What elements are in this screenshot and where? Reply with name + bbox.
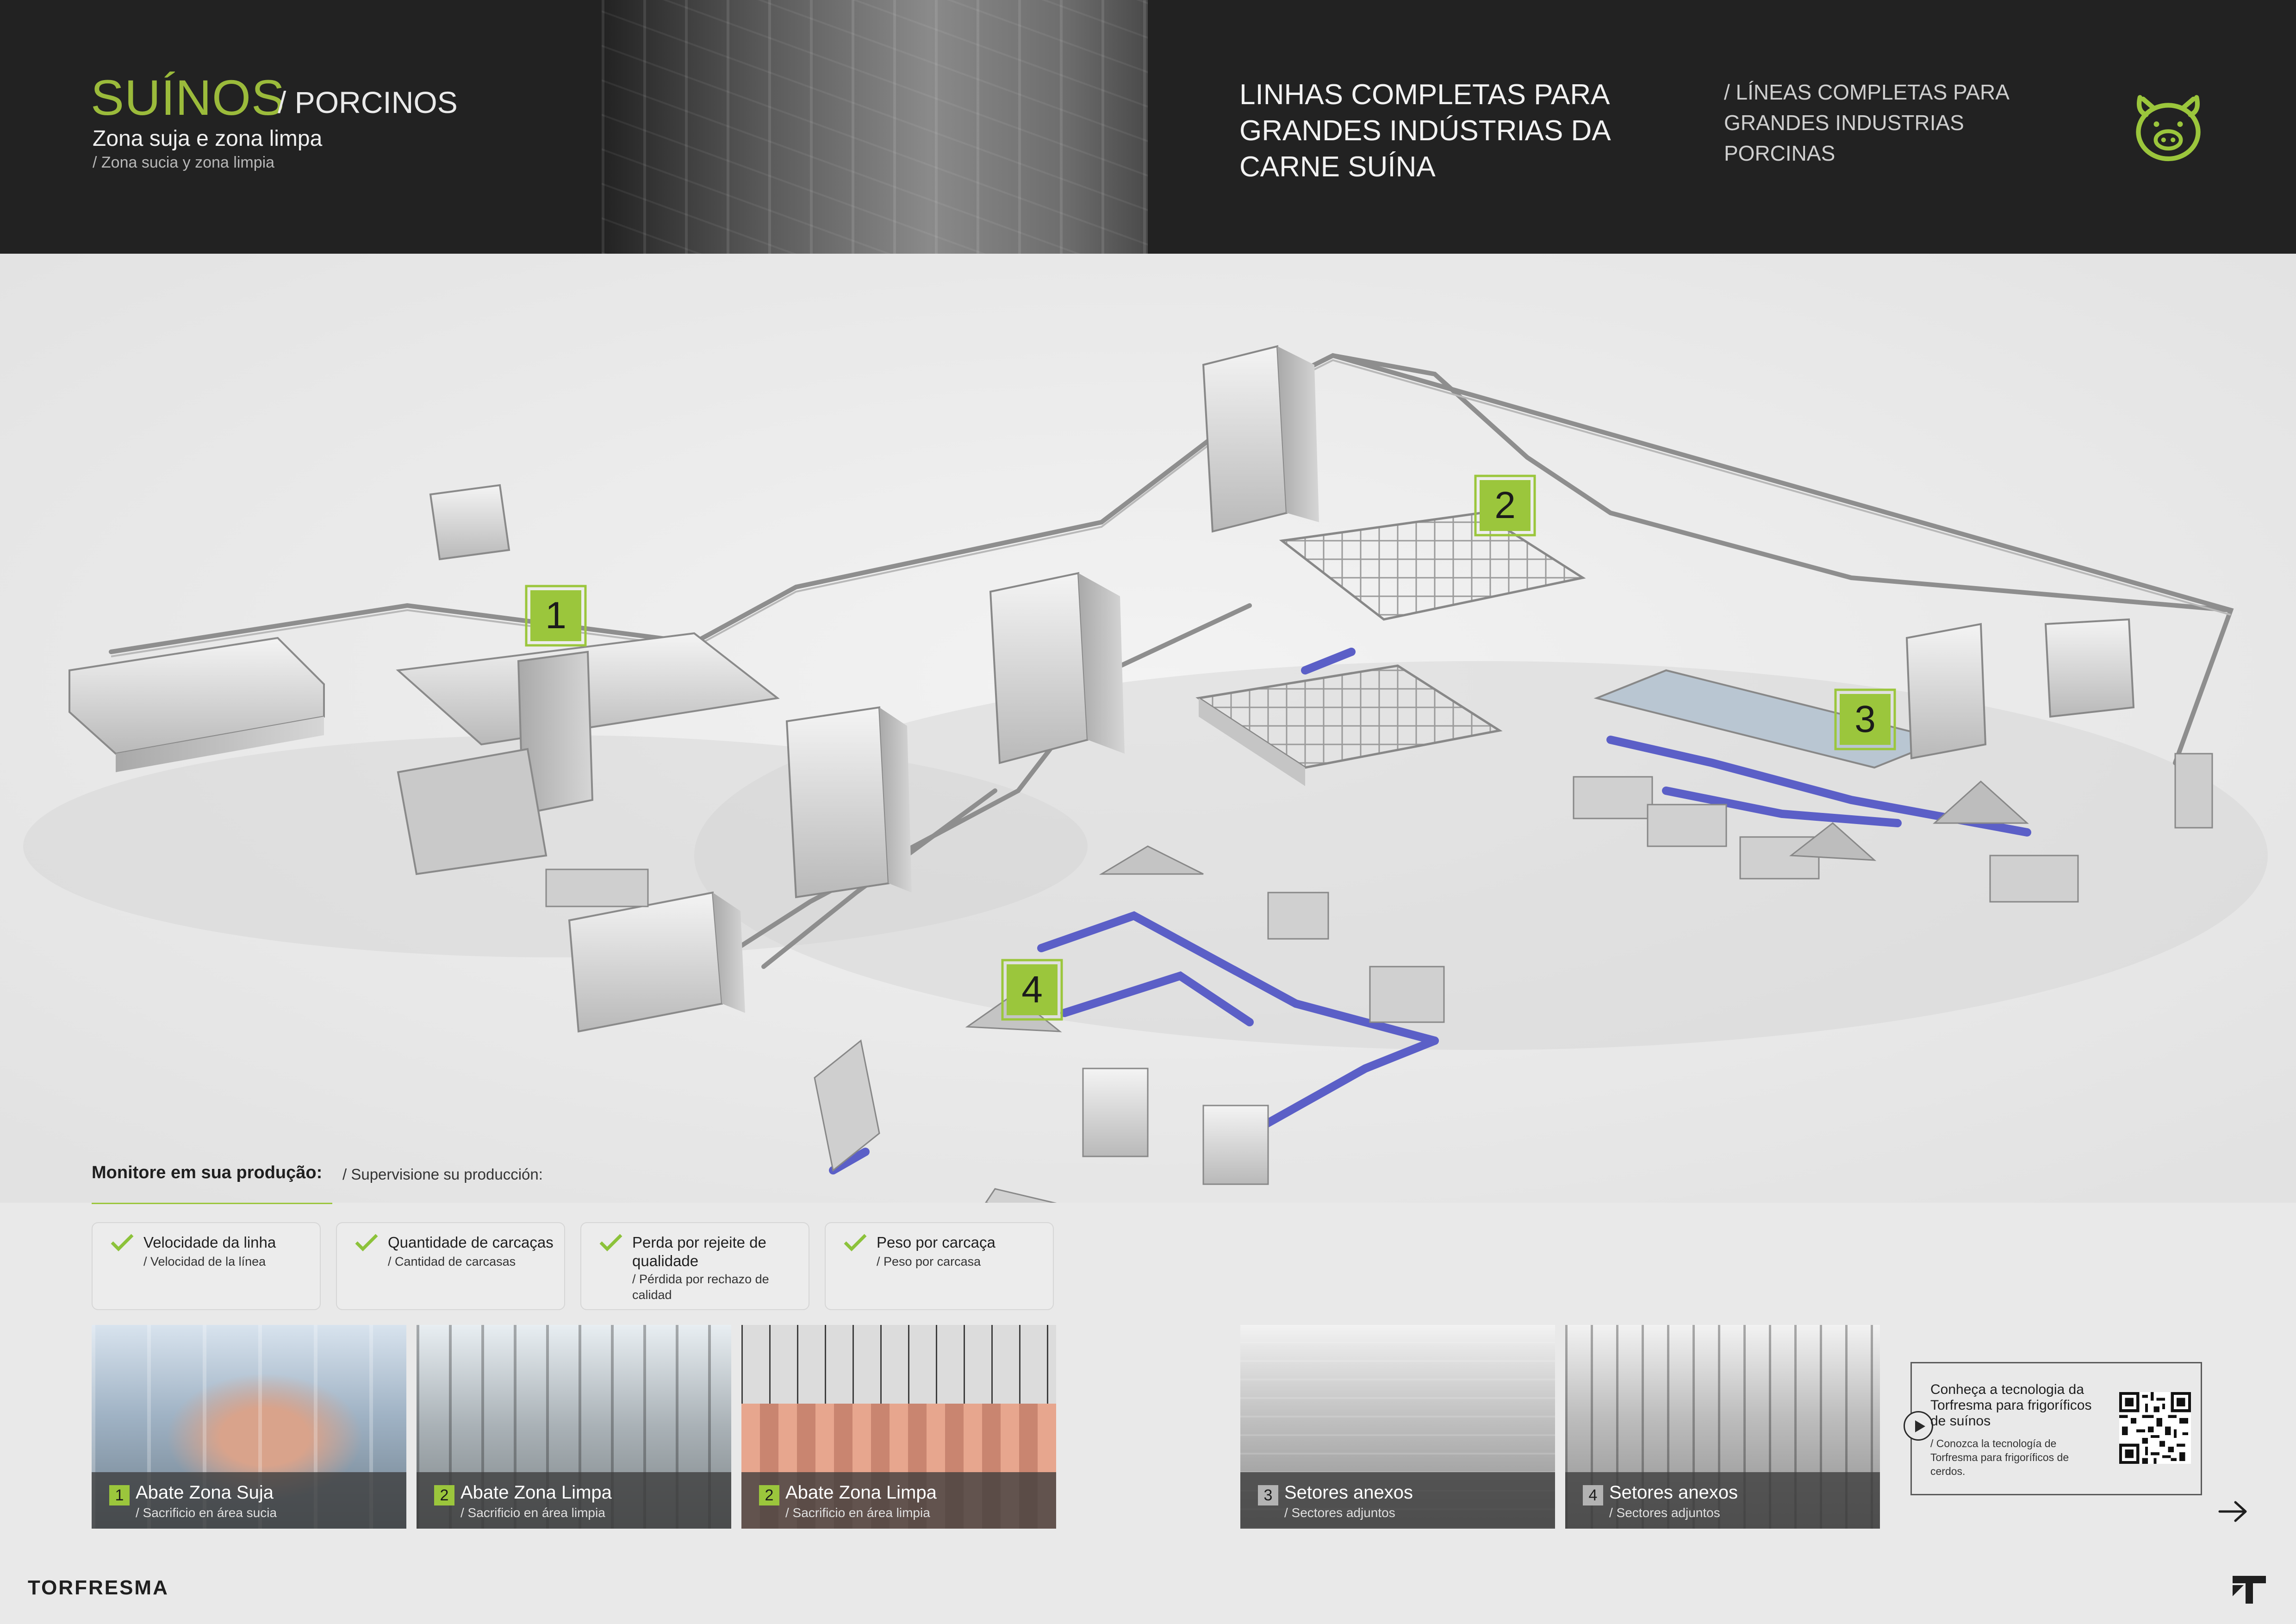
- arrow-right-icon[interactable]: [2217, 1498, 2249, 1525]
- plant-layout-illustration: 1 2 3 4: [0, 254, 2296, 1264]
- photo-tile-annexed-sectors-4[interactable]: 4 Setores anexos / Sectores adjuntos: [1565, 1325, 1880, 1529]
- metric-label: Peso por carcaça: [877, 1234, 996, 1251]
- zone-2-marker: 2: [1480, 480, 1531, 531]
- header-photo-slaughter-line: [602, 0, 1148, 254]
- metric-label: Quantidade de carcaças: [388, 1234, 554, 1251]
- metric-label: Velocidade da linha: [143, 1234, 276, 1251]
- metric-label-es: / Pérdida por rechazo de calidad: [632, 1272, 769, 1302]
- metric-label: Perda por rejeite de qualidade: [632, 1234, 766, 1269]
- page-title-es: / PORCINOS: [278, 85, 458, 119]
- photo-tile-dirty-zone[interactable]: 1 Abate Zona Suja / Sacrificio en área s…: [92, 1325, 406, 1529]
- play-icon[interactable]: [1904, 1411, 1933, 1441]
- zone-1-marker: 1: [530, 590, 581, 641]
- tile-title: Setores anexos: [1284, 1482, 1413, 1503]
- zone-subtitle: Zona suja e zona limpa: [93, 126, 323, 151]
- tile-number: 2: [759, 1485, 779, 1505]
- tile-title-es: / Sectores adjuntos: [1609, 1505, 1720, 1520]
- metric-card-line-speed: Velocidade da linha / Velocidad de la lí…: [92, 1222, 321, 1310]
- tile-number: 3: [1258, 1485, 1278, 1505]
- metric-label-es: / Peso por carcasa: [877, 1255, 981, 1268]
- metric-label-es: / Cantidad de carcasas: [388, 1255, 516, 1268]
- brand-logo: TORFRESMA: [28, 1576, 169, 1599]
- plant-3d-render: [0, 254, 2296, 1264]
- tile-title-es: / Sacrificio en área sucia: [136, 1505, 277, 1520]
- check-icon: [599, 1234, 622, 1251]
- tile-title-es: / Sacrificio en área limpia: [785, 1505, 930, 1520]
- qr-text: Conheça a tecnologia da Torfresma para f…: [1930, 1382, 2092, 1429]
- tile-caption-bar: 2 Abate Zona Limpa / Sacrificio en área …: [741, 1472, 1056, 1529]
- tile-caption-bar: 3 Setores anexos / Sectores adjuntos: [1240, 1472, 1555, 1529]
- qr-info-box: Conheça a tecnologia da Torfresma para f…: [1904, 1362, 2202, 1495]
- qr-code[interactable]: [2119, 1392, 2191, 1464]
- photo-tile-annexed-sectors-3[interactable]: 3 Setores anexos / Sectores adjuntos: [1240, 1325, 1555, 1529]
- tile-title-es: / Sacrificio en área limpia: [460, 1505, 605, 1520]
- monitor-title-es: / Supervisione su producción:: [342, 1166, 543, 1183]
- tile-caption-bar: 1 Abate Zona Suja / Sacrificio en área s…: [92, 1472, 406, 1529]
- metric-card-carcass-weight: Peso por carcaça / Peso por carcasa: [825, 1222, 1054, 1310]
- tile-number: 2: [434, 1485, 454, 1505]
- tile-title: Abate Zona Suja: [136, 1482, 274, 1503]
- headline: LINHAS COMPLETAS PARA GRANDES INDÚSTRIAS…: [1239, 79, 1610, 183]
- tile-caption-bar: 2 Abate Zona Limpa / Sacrificio en área …: [417, 1472, 731, 1529]
- photo-tile-clean-zone[interactable]: 2 Abate Zona Limpa / Sacrificio en área …: [417, 1325, 731, 1529]
- tile-number: 4: [1583, 1485, 1603, 1505]
- tile-title: Abate Zona Limpa: [785, 1482, 937, 1503]
- qr-text-es: / Conozca la tecnología de Torfresma par…: [1930, 1437, 2069, 1477]
- photo-tile-clean-zone-carcasses[interactable]: 2 Abate Zona Limpa / Sacrificio en área …: [741, 1325, 1056, 1529]
- tile-title-es: / Sectores adjuntos: [1284, 1505, 1395, 1520]
- tile-title: Abate Zona Limpa: [460, 1482, 612, 1503]
- check-icon: [844, 1234, 867, 1251]
- header-band: SUÍNOS / PORCINOS Zona suja e zona limpa…: [0, 0, 2296, 254]
- metric-label-es: / Velocidad de la línea: [143, 1255, 266, 1268]
- zone-4-marker: 4: [1007, 964, 1058, 1015]
- tile-title: Setores anexos: [1609, 1482, 1738, 1503]
- check-icon: [355, 1234, 378, 1251]
- tile-caption-bar: 4 Setores anexos / Sectores adjuntos: [1565, 1472, 1880, 1529]
- brand-mark-icon: [2233, 1576, 2266, 1604]
- monitor-title: Monitore em sua produção:: [92, 1163, 323, 1182]
- monitor-underline: [92, 1203, 332, 1204]
- page-title: SUÍNOS: [91, 69, 286, 125]
- metric-card-carcass-count: Quantidade de carcaças / Cantidad de car…: [336, 1222, 565, 1310]
- zone-3-marker: 3: [1840, 694, 1891, 745]
- pig-icon: [2136, 95, 2201, 162]
- tile-number: 1: [109, 1485, 130, 1505]
- metric-card-quality-loss: Perda por rejeite de qualidade / Pérdida…: [580, 1222, 809, 1310]
- headline-es: / LÍNEAS COMPLETAS PARA GRANDES INDUSTRI…: [1724, 80, 2009, 165]
- check-icon: [111, 1234, 134, 1251]
- zone-subtitle-es: / Zona sucia y zona limpia: [93, 154, 275, 171]
